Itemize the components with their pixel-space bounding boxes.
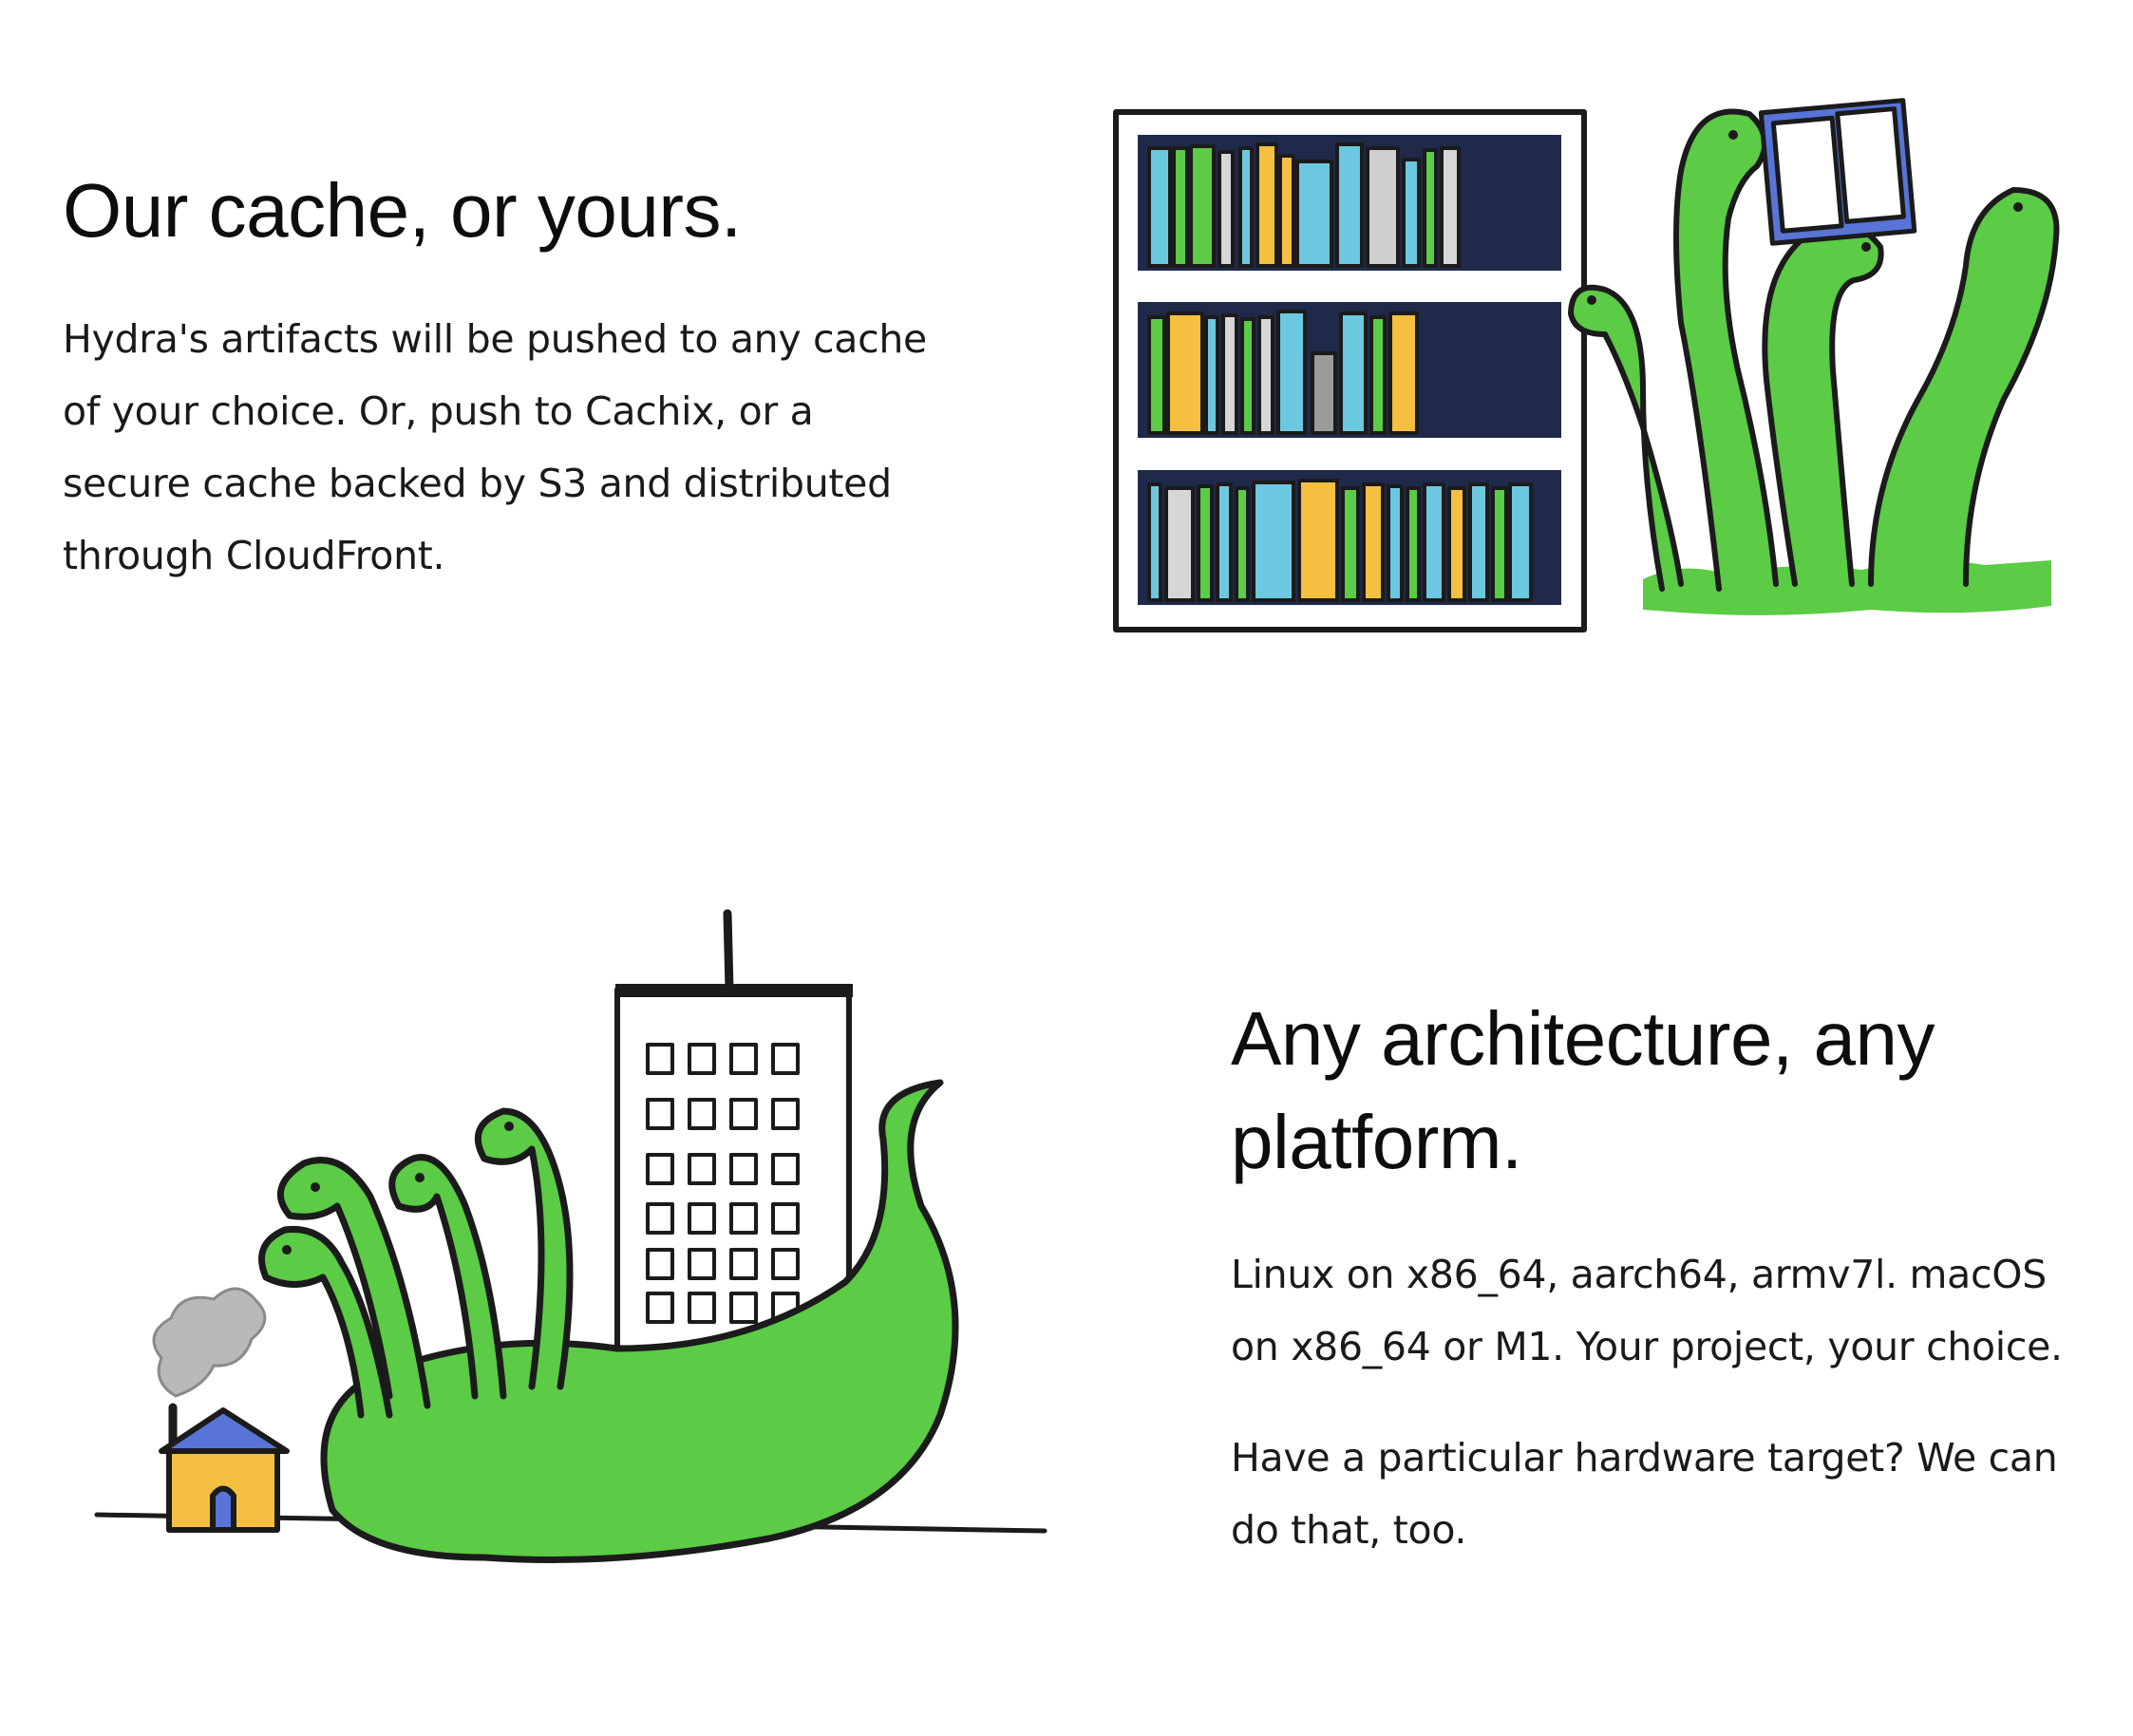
architecture-feature-description: Linux on x86_64, aarch64, armv7l. macOS … — [1231, 1251, 2063, 1369]
cache-feature-description: Hydra's artifacts will be pushed to any … — [63, 315, 927, 578]
hydra-city-image — [94, 909, 1048, 1563]
hydra-bookshelf-illustration — [1111, 85, 2061, 655]
hydra-bookshelf-image — [1113, 98, 2060, 632]
architecture-feature: Any architecture, any platform. Linux on… — [1231, 988, 2105, 1566]
hydra-city-illustration — [85, 902, 1073, 1614]
architecture-feature-title: Any architecture, any platform. — [1231, 996, 1935, 1184]
architecture-feature-hardware-note: Have a particular hardware target? We ca… — [1231, 1434, 2058, 1553]
cache-feature: Our cache, or yours. Hydra's artifacts w… — [63, 160, 946, 592]
house — [159, 1403, 290, 1533]
building-windows — [646, 1043, 800, 1324]
cache-feature-title: Our cache, or yours. — [63, 168, 742, 253]
